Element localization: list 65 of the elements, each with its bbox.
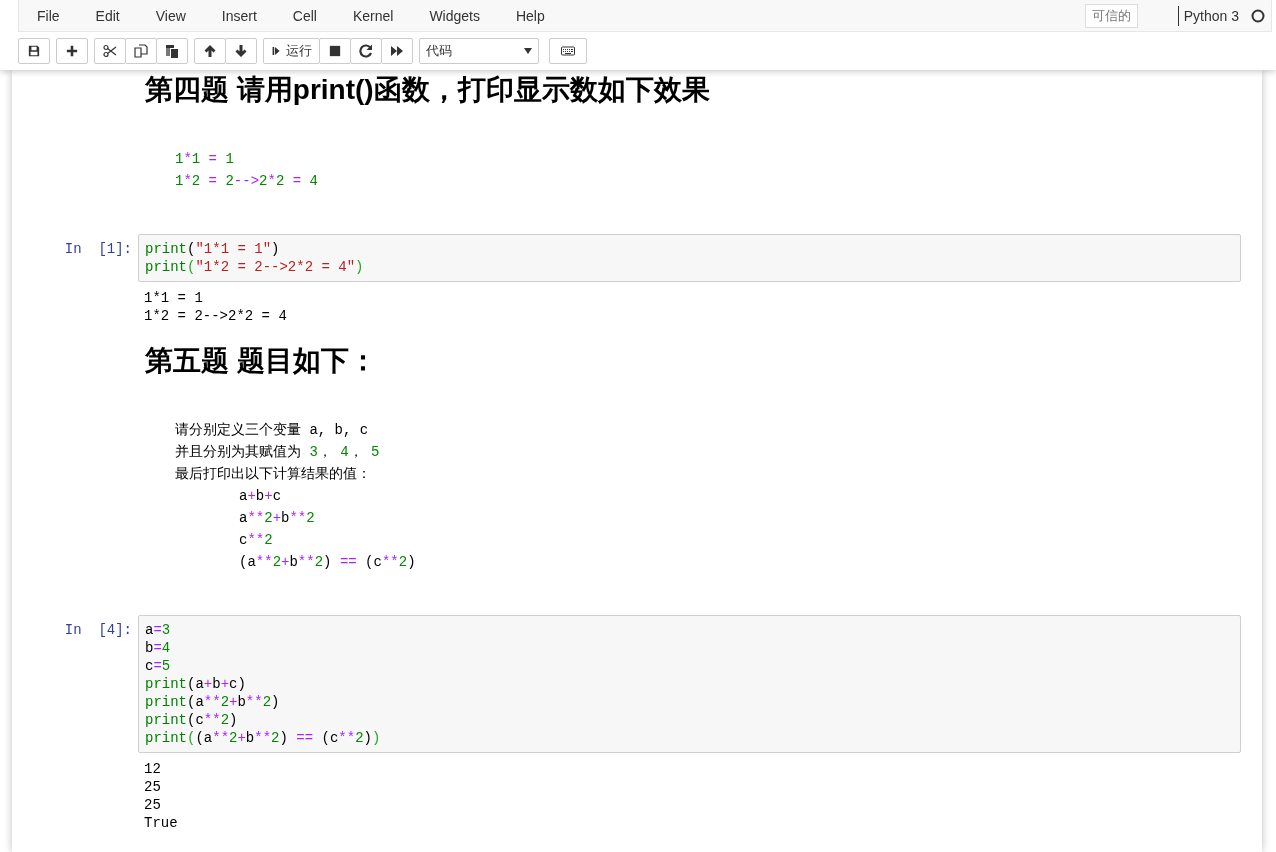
code-line: a**2+b**2 (239, 509, 316, 528)
code-input-cell[interactable]: print("1*1 = 1") print("1*2 = 2-->2*2 = 4") (138, 234, 1241, 282)
code-line: a=3 (145, 621, 172, 639)
cut-button[interactable] (94, 38, 126, 64)
code-line: 1*1 = 1 (175, 150, 235, 169)
restart-button[interactable] (350, 38, 382, 64)
menu-item[interactable]: File (19, 7, 78, 24)
scissors-icon (103, 44, 117, 58)
code-line: b=4 (145, 639, 172, 657)
menu-item[interactable]: Widgets (411, 7, 498, 24)
menu-item[interactable]: Edit (77, 7, 138, 24)
code-line: print(a+b+c) (145, 675, 247, 693)
output-line: 25 (144, 796, 162, 814)
add-cell-button[interactable] (56, 38, 88, 64)
run-all-button[interactable] (381, 38, 413, 64)
code-line: print("1*1 = 1") (145, 240, 281, 258)
code-line: print(a**2+b**2) (145, 693, 281, 711)
trusted-indicator[interactable]: 可信的 (1084, 3, 1138, 28)
output-line: 1*1 = 1 (144, 289, 204, 307)
markdown-heading: 第五题 题目如下： (145, 344, 378, 378)
save-icon (28, 45, 40, 57)
code-line: print(c**2) (145, 711, 239, 729)
stop-button[interactable] (319, 38, 351, 64)
code-input-cell[interactable]: a=3 b=4 c=5 print(a+b+c) print(a**2+b**2) print(c**2) print((a**2+b**2) == (c**2)) (138, 615, 1241, 753)
keyboard-button[interactable] (549, 38, 587, 64)
input-prompt: In [4]: (63, 621, 133, 640)
code-line: print((a**2+b**2) == (c**2)) (145, 729, 382, 747)
kernel-name: Python 3 (1177, 5, 1239, 26)
paste-button[interactable] (156, 38, 188, 64)
code-line: 最后打印出以下计算结果的值： (175, 465, 372, 484)
code-line: (a**2+b**2) == (c**2) (239, 553, 417, 572)
move-up-button[interactable] (194, 38, 226, 64)
copy-icon (134, 44, 148, 58)
output-line: True (144, 814, 179, 832)
menu-item[interactable]: Kernel (334, 7, 412, 24)
move-down-button[interactable] (225, 38, 257, 64)
menu-item[interactable]: Cell (274, 7, 335, 24)
cell-type-dropdown[interactable]: 代码 (419, 38, 539, 64)
plus-icon (66, 45, 78, 57)
code-line: a+b+c (239, 487, 283, 506)
output-line: 1*2 = 2-->2*2 = 4 (144, 307, 288, 325)
run-button[interactable]: 运行 (263, 38, 320, 64)
arrow-up-icon (203, 44, 217, 58)
arrow-down-icon (234, 44, 248, 58)
output-line: 25 (144, 778, 162, 796)
code-line: print("1*2 = 2-->2*2 = 4") (145, 258, 365, 276)
step-icon (271, 45, 282, 57)
input-prompt: In [1]: (63, 240, 133, 259)
fast-forward-icon (390, 44, 404, 58)
code-line: 请分别定义三个变量 a, b, c (175, 421, 370, 440)
save-button[interactable] (18, 38, 50, 64)
code-line: c=5 (145, 657, 172, 675)
output-line: 12 (144, 760, 162, 778)
stop-icon (329, 45, 341, 57)
restart-icon (359, 44, 373, 58)
code-line: 并且分别为其赋值为 3， 4， 5 (175, 443, 381, 462)
menu-item[interactable]: View (137, 7, 204, 24)
code-line: c**2 (239, 531, 274, 550)
caret-icon (524, 48, 532, 54)
code-line: 1*2 = 2-->2*2 = 4 (175, 172, 319, 191)
menu-item[interactable]: Insert (203, 7, 275, 24)
menu-item[interactable]: Help (497, 7, 563, 24)
markdown-heading: 第四题 请用print()函数，打印显示数如下效果 (145, 73, 711, 107)
copy-button[interactable] (125, 38, 157, 64)
paste-icon (165, 44, 179, 58)
